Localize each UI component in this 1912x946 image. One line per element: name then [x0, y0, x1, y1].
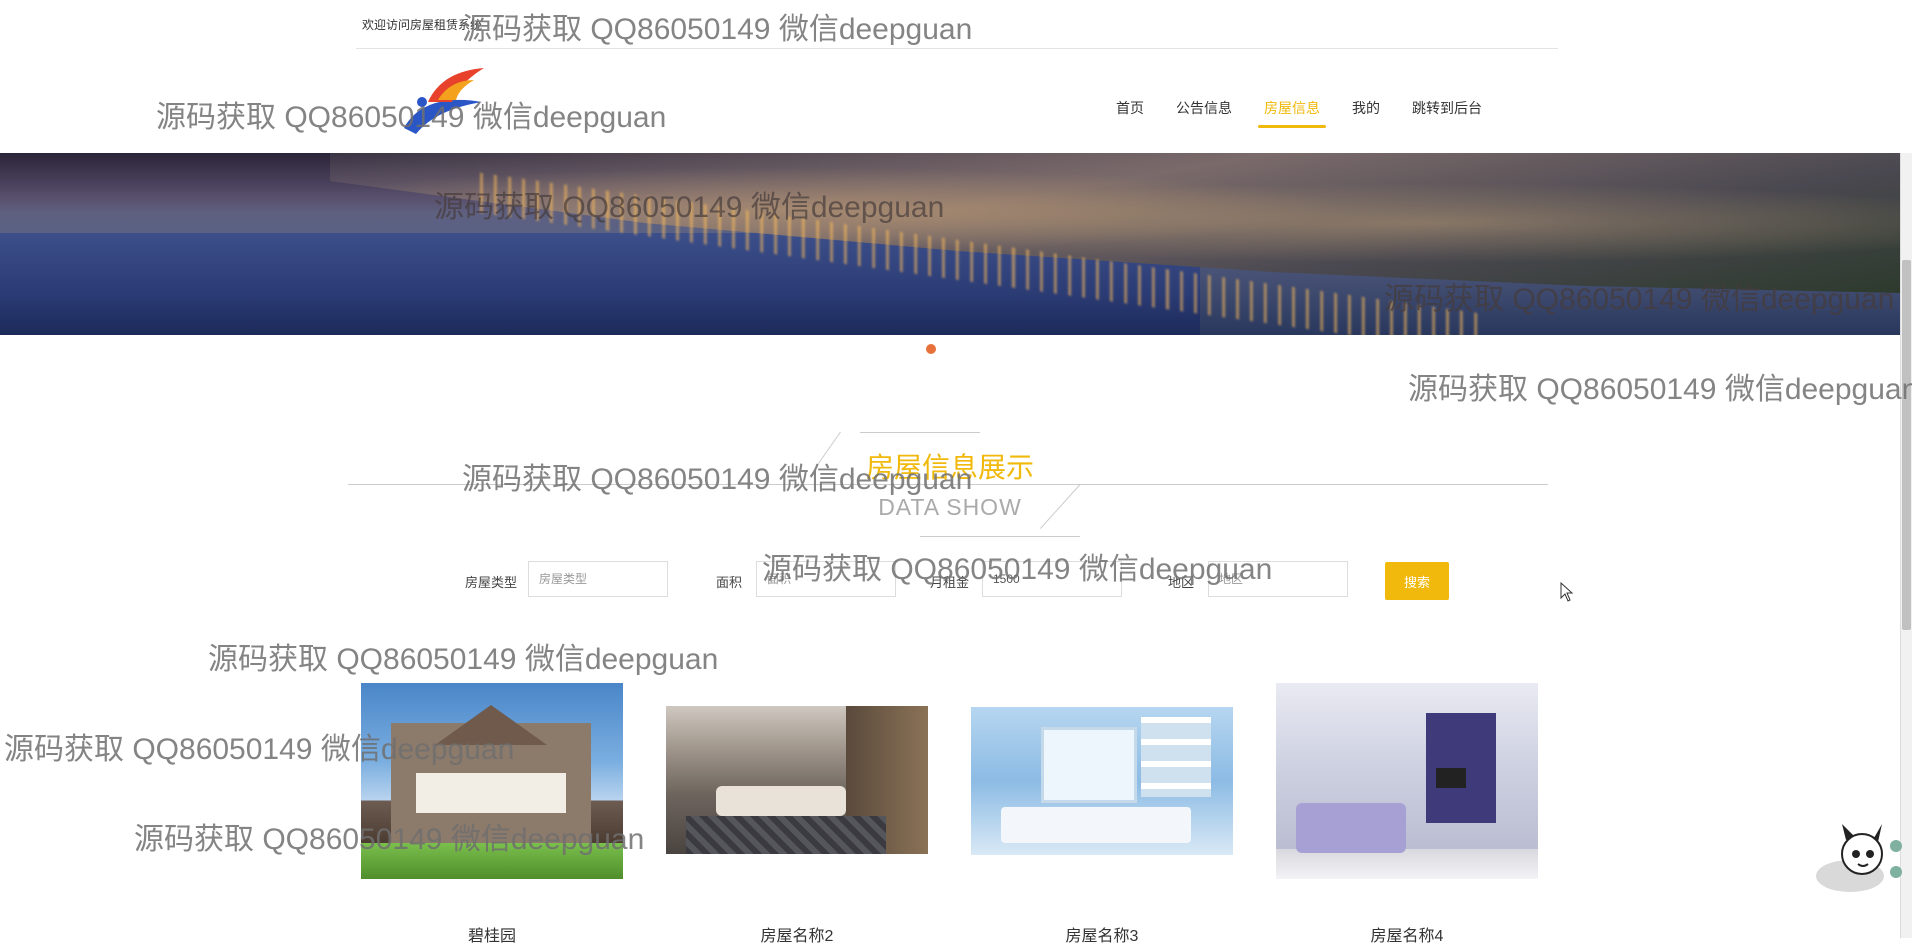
type-label: 房屋类型 [465, 575, 518, 590]
image-detail [1276, 849, 1538, 879]
section-title: 房屋信息展示 [865, 452, 1034, 483]
section-deco-line [860, 432, 980, 433]
image-detail [1001, 807, 1191, 843]
image-detail [361, 843, 623, 879]
rent-label: 月租金 [930, 575, 970, 590]
mouse-cursor-icon [1560, 582, 1574, 602]
nav-announcements[interactable]: 公告信息 [1160, 96, 1248, 128]
section-subtitle: DATA SHOW [878, 494, 1022, 520]
area-input[interactable] [756, 561, 896, 597]
house-card-title[interactable]: 房屋名称3 [971, 922, 1233, 946]
house-type-input[interactable] [528, 561, 668, 597]
section-deco-line [920, 536, 1080, 537]
cat-mascot-icon[interactable] [1812, 820, 1902, 894]
image-detail [416, 773, 566, 813]
area-label: 面积 [716, 575, 743, 590]
main-nav: 首页 公告信息 房屋信息 我的 跳转到后台 [1100, 96, 1498, 128]
house-card-title[interactable]: 房屋名称2 [666, 922, 928, 946]
top-bar: 欢迎访问房屋租赁系统 [356, 0, 1558, 49]
nav-home[interactable]: 首页 [1100, 96, 1160, 128]
watermark-text: 源码获取 QQ86050149 微信deepguan [1408, 373, 1912, 406]
house-card-image[interactable] [666, 706, 928, 854]
house-card-image[interactable] [971, 707, 1233, 855]
carousel-dot[interactable] [926, 344, 936, 354]
region-input[interactable] [1208, 561, 1348, 597]
house-card-title[interactable]: 房屋名称4 [1276, 922, 1538, 946]
image-detail [1296, 803, 1406, 853]
welcome-text: 欢迎访问房屋租赁系统 [362, 18, 483, 32]
nav-mine[interactable]: 我的 [1336, 96, 1396, 128]
image-detail [1141, 717, 1211, 797]
region-label: 地区 [1168, 575, 1195, 590]
site-logo[interactable] [398, 62, 488, 140]
image-detail [716, 786, 846, 816]
image-detail [1041, 727, 1137, 803]
house-card-title[interactable]: 碧桂园 [361, 922, 623, 946]
house-card-image[interactable] [361, 683, 623, 879]
nav-house-info[interactable]: 房屋信息 [1248, 96, 1336, 128]
scrollbar-thumb[interactable] [1902, 260, 1911, 630]
rent-input[interactable] [982, 561, 1122, 597]
image-detail [1436, 768, 1466, 788]
watermark-text: 源码获取 QQ86050149 微信deepguan [208, 643, 719, 676]
nav-admin[interactable]: 跳转到后台 [1396, 96, 1498, 128]
banner-carousel-image[interactable] [0, 153, 1900, 335]
house-card-image[interactable] [1276, 683, 1538, 879]
search-button[interactable]: 搜索 [1385, 562, 1449, 600]
image-detail [686, 816, 886, 854]
